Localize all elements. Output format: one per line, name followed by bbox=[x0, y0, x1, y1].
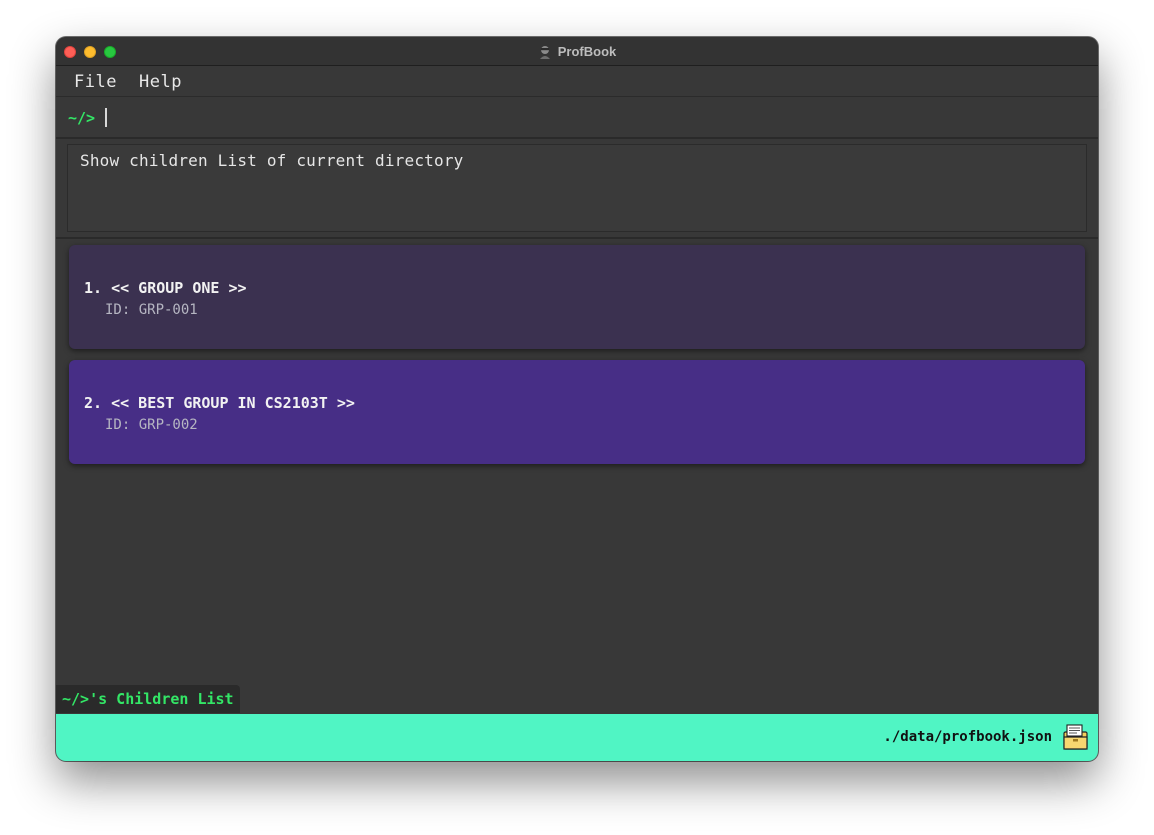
panel-label: ~/>'s Children List bbox=[62, 690, 234, 708]
command-bar: ~/> bbox=[56, 97, 1098, 139]
group-id: ID: GRP-001 bbox=[105, 302, 198, 318]
list-item[interactable]: 2. << BEST GROUP IN CS2103T >> ID: GRP-0… bbox=[69, 360, 1085, 464]
group-title: 2. << BEST GROUP IN CS2103T >> bbox=[84, 394, 355, 412]
group-title: 1. << GROUP ONE >> bbox=[84, 279, 247, 297]
command-prompt: ~/> bbox=[68, 109, 96, 127]
menu-file[interactable]: File bbox=[74, 72, 117, 92]
window-title: ProfBook bbox=[557, 44, 617, 59]
status-bar: ./data/profbook.json bbox=[56, 714, 1098, 761]
folder-icon bbox=[1063, 724, 1088, 750]
group-name: << BEST GROUP IN CS2103T >> bbox=[111, 394, 355, 412]
group-name: << GROUP ONE >> bbox=[111, 279, 247, 297]
title-bar: ProfBook bbox=[56, 37, 1098, 66]
menu-bar: File Help bbox=[56, 66, 1098, 97]
panel-label-tab: ~/>'s Children List bbox=[56, 685, 240, 713]
children-list[interactable]: 1. << GROUP ONE >> ID: GRP-001 2. << BES… bbox=[56, 239, 1098, 685]
app-window: ProfBook File Help ~/> Show children Lis… bbox=[56, 37, 1098, 761]
save-file-path: ./data/profbook.json bbox=[883, 729, 1052, 745]
profbook-app-icon bbox=[539, 45, 550, 59]
list-item[interactable]: 1. << GROUP ONE >> ID: GRP-001 bbox=[69, 245, 1085, 349]
command-input[interactable] bbox=[108, 103, 1082, 133]
text-caret bbox=[105, 108, 107, 127]
title-wrap: ProfBook bbox=[56, 37, 1098, 66]
menu-help[interactable]: Help bbox=[139, 72, 182, 92]
group-index: 2. bbox=[84, 394, 103, 412]
result-text: Show children List of current directory bbox=[80, 151, 464, 170]
result-display[interactable]: Show children List of current directory bbox=[67, 144, 1087, 232]
group-index: 1. bbox=[84, 279, 103, 297]
group-id: ID: GRP-002 bbox=[105, 417, 198, 433]
